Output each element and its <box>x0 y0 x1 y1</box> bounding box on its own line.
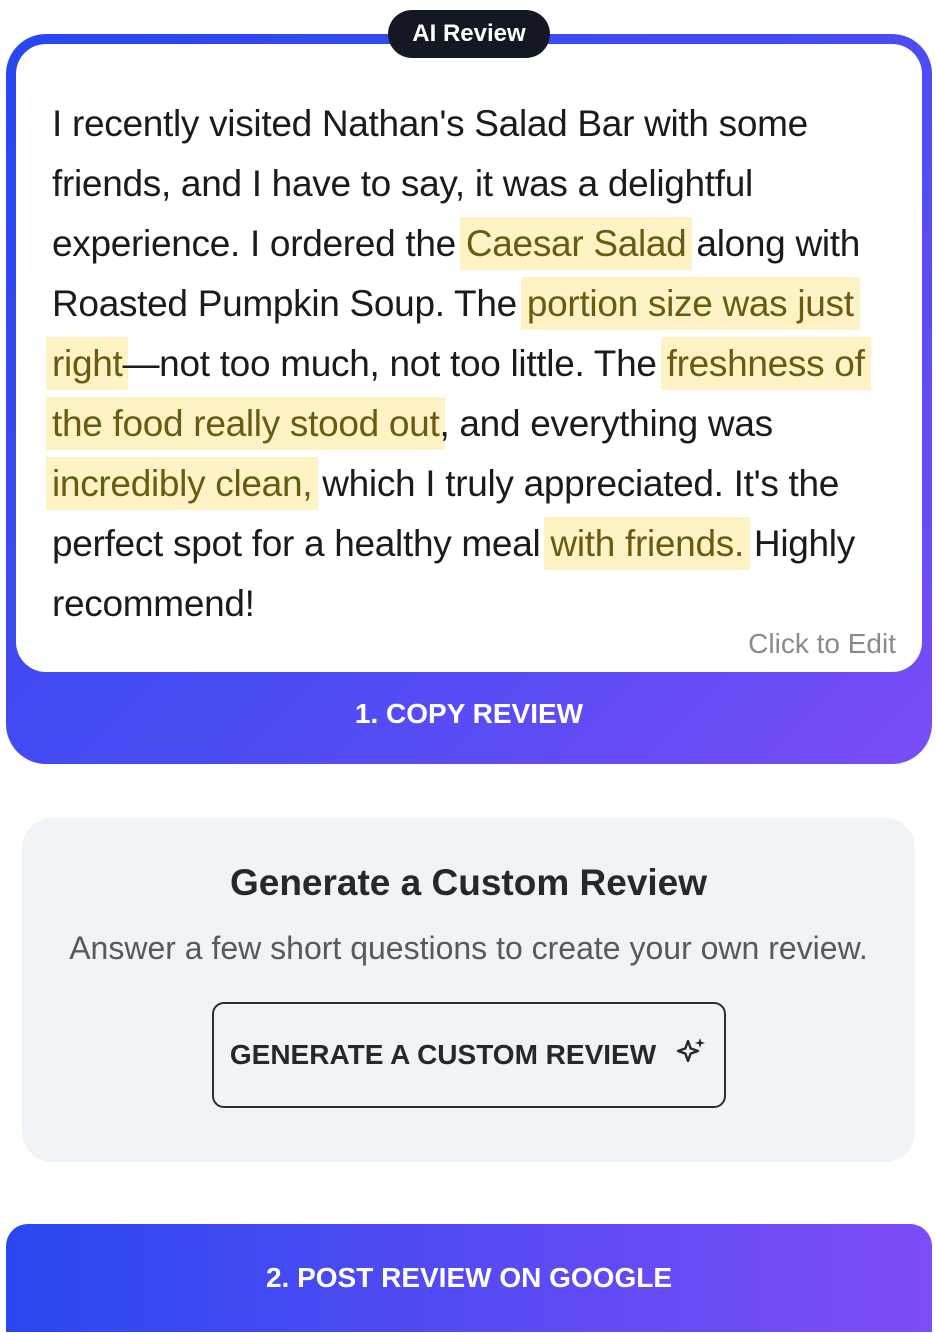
custom-review-panel: Generate a Custom Review Answer a few sh… <box>22 818 915 1162</box>
custom-review-subtitle: Answer a few short questions to create y… <box>69 930 868 966</box>
review-text-segment: , and everything was <box>439 403 773 444</box>
custom-review-title: Generate a Custom Review <box>229 862 708 903</box>
highlighted-phrase: with friends. <box>544 517 750 570</box>
highlighted-phrase: incredibly clean, <box>46 457 319 510</box>
generate-custom-review-button[interactable]: GENERATE A CUSTOM REVIEW <box>212 1002 726 1108</box>
highlighted-phrase: Caesar Salad <box>459 217 693 270</box>
review-text-segment: —not too much, not too little. The <box>122 343 667 384</box>
post-review-on-google-button[interactable]: 2. POST REVIEW ON GOOGLE <box>6 1224 932 1332</box>
review-page: AI Review I recently visited Nathan's Sa… <box>0 0 936 1333</box>
ai-review-card: I recently visited Nathan's Salad Bar wi… <box>6 34 932 764</box>
copy-review-button[interactable]: 1. COPY REVIEW <box>6 664 932 764</box>
click-to-edit-hint: Click to Edit <box>748 628 896 659</box>
review-text-box[interactable]: I recently visited Nathan's Salad Bar wi… <box>16 44 922 672</box>
generate-button-label: GENERATE A CUSTOM REVIEW <box>229 1039 657 1070</box>
review-text[interactable]: I recently visited Nathan's Salad Bar wi… <box>46 94 902 634</box>
ai-review-badge: AI Review <box>388 10 550 58</box>
sparkle-icon <box>674 1035 708 1076</box>
